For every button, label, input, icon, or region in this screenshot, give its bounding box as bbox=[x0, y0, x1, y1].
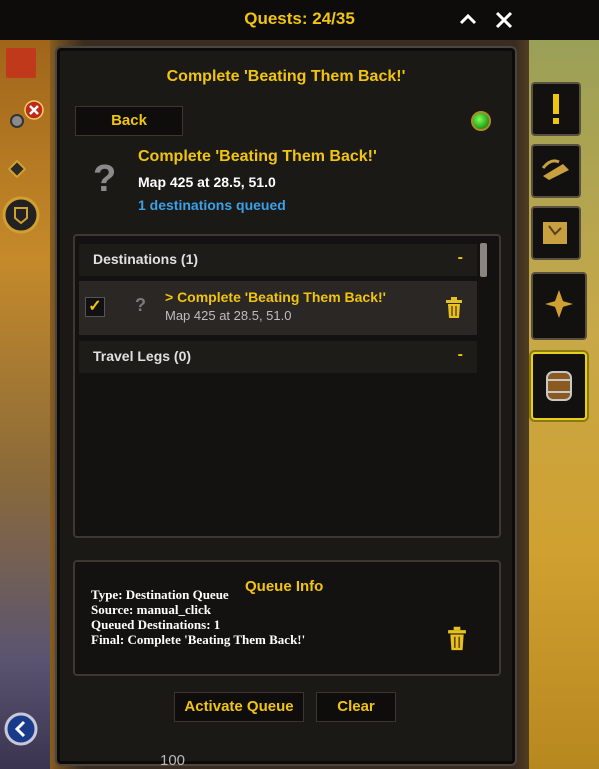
clear-button[interactable]: Clear bbox=[316, 692, 396, 722]
tab-compass[interactable] bbox=[531, 272, 587, 340]
bottom-number: 100 bbox=[160, 752, 186, 769]
quest-detail-panel: Complete 'Beating Them Back!' Back ? Com… bbox=[55, 46, 517, 766]
question-mark-icon: ? bbox=[93, 158, 117, 200]
remove-icon[interactable] bbox=[24, 100, 44, 120]
trash-icon[interactable] bbox=[445, 297, 463, 319]
game-world-left bbox=[0, 40, 50, 769]
quest-title: Complete 'Beating Them Back!' bbox=[138, 148, 377, 165]
quest-window-titlebar: Quests: 24/35 bbox=[0, 0, 599, 40]
close-icon[interactable] bbox=[492, 8, 516, 32]
destination-title: > Complete 'Beating Them Back!' bbox=[165, 289, 386, 305]
question-mark-icon: ? bbox=[135, 295, 146, 315]
panel-title: Complete 'Beating Them Back!' bbox=[166, 68, 406, 85]
chevron-up-icon[interactable] bbox=[456, 8, 480, 32]
destinations-list bbox=[73, 234, 501, 538]
activate-queue-button[interactable]: Activate Queue bbox=[174, 692, 304, 722]
queue-type: Type: Destination Queue bbox=[91, 587, 229, 602]
buff-fire-icon[interactable] bbox=[6, 48, 36, 78]
list-scrollbar[interactable] bbox=[480, 243, 487, 277]
shield-badge-icon[interactable] bbox=[2, 196, 40, 234]
quest-queued-count: 1 destinations queued bbox=[138, 197, 286, 213]
destinations-header-label: Destinations (1) bbox=[93, 251, 199, 267]
trash-icon[interactable] bbox=[447, 626, 467, 652]
tab-horn[interactable] bbox=[531, 144, 581, 198]
destination-location: Map 425 at 28.5, 51.0 bbox=[165, 308, 292, 323]
chevron-left-icon[interactable] bbox=[4, 712, 38, 746]
back-button[interactable]: Back bbox=[75, 106, 183, 136]
destinations-collapse-toggle[interactable]: - bbox=[458, 249, 463, 267]
destination-checkbox[interactable]: ✓ bbox=[85, 297, 105, 317]
queue-count: Queued Destinations: 1 bbox=[91, 617, 221, 632]
travel-legs-header-label: Travel Legs (0) bbox=[93, 348, 192, 364]
destination-item[interactable]: ✓ ? > Complete 'Beating Them Back!' Map … bbox=[79, 281, 477, 335]
queue-final: Final: Complete 'Beating Them Back!' bbox=[91, 632, 306, 647]
quest-location: Map 425 at 28.5, 51.0 bbox=[138, 174, 276, 190]
diamond-marker-icon[interactable] bbox=[7, 159, 27, 179]
tab-quests[interactable] bbox=[531, 82, 581, 136]
status-indicator-icon bbox=[471, 111, 491, 131]
queue-source: Source: manual_click bbox=[91, 602, 212, 617]
tab-barrel[interactable] bbox=[531, 352, 587, 420]
destinations-section-header[interactable]: Destinations (1) - bbox=[79, 244, 477, 276]
travel-legs-collapse-toggle[interactable]: - bbox=[458, 346, 463, 364]
queue-info-title: Queue Info bbox=[245, 578, 324, 595]
travel-legs-section-header[interactable]: Travel Legs (0) - bbox=[79, 341, 477, 373]
tab-map[interactable] bbox=[531, 206, 581, 260]
queue-info-panel: Queue Info Type: Destination Queue Sourc… bbox=[73, 560, 501, 676]
